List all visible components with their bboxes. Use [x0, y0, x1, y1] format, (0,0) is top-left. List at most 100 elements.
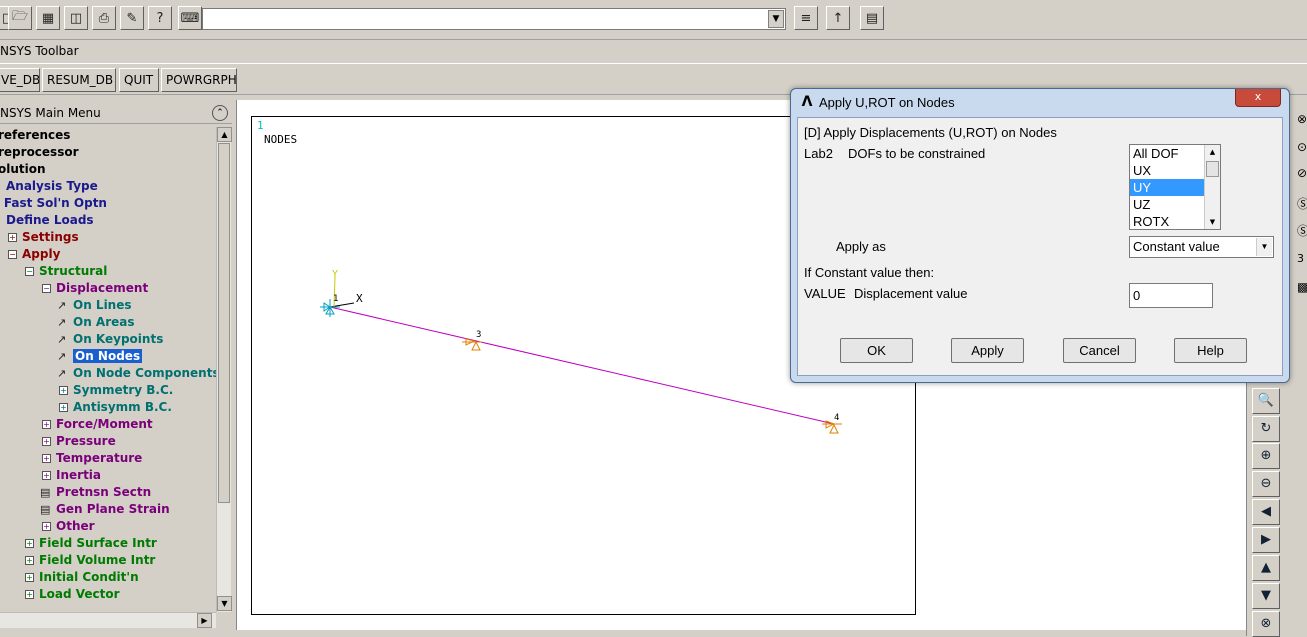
menu-item-pretnsn-sectn[interactable]: ▤ Pretnsn Sectn: [40, 484, 151, 501]
pan-right-icon[interactable]: ▶: [1252, 527, 1280, 553]
open-folder-icon[interactable]: 🗁: [8, 6, 32, 30]
close-icon[interactable]: x: [1235, 89, 1281, 107]
zoom-out-icon[interactable]: ⊖: [1252, 471, 1280, 497]
menu-item-on-node-components[interactable]: ↗ On Node Components: [57, 365, 216, 382]
keyboard-icon[interactable]: ⌨: [178, 6, 202, 30]
menu-item-field-volume-intr[interactable]: + Field Volume Intr: [25, 552, 155, 569]
menu-item-load-vector[interactable]: + Load Vector: [25, 586, 120, 603]
menu-vertical-scrollbar[interactable]: ▲ ▼: [216, 127, 232, 612]
expand-icon[interactable]: +: [42, 420, 51, 429]
resume-db-button[interactable]: RESUM_DB: [42, 68, 116, 92]
help-icon[interactable]: ?: [148, 6, 172, 30]
scroll-down-icon[interactable]: ▼: [1205, 215, 1220, 229]
save-icon[interactable]: ▦: [36, 6, 60, 30]
reset-picking-icon[interactable]: ▤: [860, 6, 884, 30]
menu-item-fast-soln[interactable]: | Fast Sol'n Optn: [0, 195, 107, 212]
quit-button[interactable]: QUIT: [119, 68, 159, 92]
collapse-icon[interactable]: −: [25, 267, 34, 276]
scroll-right-icon[interactable]: ▶: [197, 613, 212, 628]
expand-icon[interactable]: +: [25, 556, 34, 565]
menu-item-other[interactable]: + Other: [42, 518, 95, 535]
menu-item-on-areas[interactable]: ↗ On Areas: [57, 314, 135, 331]
dof-option[interactable]: All DOF: [1130, 145, 1204, 162]
window-number-select[interactable]: 3: [1297, 248, 1307, 270]
dof-option[interactable]: UX: [1130, 162, 1204, 179]
help-button[interactable]: Help: [1174, 338, 1247, 363]
stack-icon[interactable]: ≡: [794, 6, 818, 30]
menu-item-structural[interactable]: − Structural: [25, 263, 107, 280]
expand-icon[interactable]: +: [42, 471, 51, 480]
ok-button[interactable]: OK: [840, 338, 913, 363]
collapse-icon[interactable]: −: [42, 284, 51, 293]
dynamic-mode-icon[interactable]: ▩: [1297, 276, 1307, 298]
expand-icon[interactable]: +: [25, 573, 34, 582]
raise-hidden-icon[interactable]: ↑: [826, 6, 850, 30]
expand-icon[interactable]: +: [42, 454, 51, 463]
expand-icon[interactable]: +: [8, 233, 17, 242]
scroll-down-icon[interactable]: ▼: [217, 596, 232, 611]
print-icon[interactable]: ⎙: [92, 6, 116, 30]
menu-item-solution[interactable]: olution: [0, 161, 46, 178]
zoom-back-icon[interactable]: ↻: [1252, 416, 1280, 442]
menu-item-settings[interactable]: + Settings: [8, 229, 79, 246]
apply-button[interactable]: Apply: [951, 338, 1024, 363]
pan-left-icon[interactable]: ◀: [1252, 499, 1280, 525]
menu-horizontal-scrollbar[interactable]: ▶: [0, 612, 216, 628]
menu-item-on-keypoints[interactable]: ↗ On Keypoints: [57, 331, 163, 348]
menu-item-gen-plane-strain[interactable]: ▤ Gen Plane Strain: [40, 501, 170, 518]
dof-option-selected[interactable]: UY: [1130, 179, 1204, 196]
expand-icon[interactable]: +: [25, 539, 34, 548]
z-view-icon[interactable]: Ⓢ: [1297, 193, 1307, 215]
menu-item-force-moment[interactable]: + Force/Moment: [42, 416, 153, 433]
menu-item-field-surface-intr[interactable]: + Field Surface Intr: [25, 535, 157, 552]
menu-item-analysis-type[interactable]: Analysis Type: [6, 178, 98, 195]
menu-item-initial-condit[interactable]: + Initial Condit'n: [25, 569, 139, 586]
menu-item-pressure[interactable]: + Pressure: [42, 433, 116, 450]
expand-icon[interactable]: +: [59, 403, 68, 412]
dof-scrollbar[interactable]: ▲ ▼: [1204, 145, 1220, 229]
expand-icon[interactable]: +: [42, 437, 51, 446]
dof-option[interactable]: ROTX: [1130, 213, 1204, 229]
menu-item-displacement[interactable]: − Displacement: [42, 280, 148, 297]
dialog-titlebar[interactable]: Λ Apply U,ROT on Nodes x: [791, 89, 1289, 115]
pan-up-icon[interactable]: ▲: [1252, 555, 1280, 581]
pan-down-icon[interactable]: ▼: [1252, 583, 1280, 609]
menu-item-apply[interactable]: − Apply: [8, 246, 60, 263]
front-view-icon[interactable]: ⊙: [1297, 136, 1307, 158]
pan-zoom-icon[interactable]: ◫: [64, 6, 88, 30]
displacement-value-input[interactable]: 0: [1129, 283, 1213, 308]
command-input[interactable]: [202, 8, 786, 30]
report-icon[interactable]: ✎: [120, 6, 144, 30]
expand-icon[interactable]: +: [59, 386, 68, 395]
dof-listbox[interactable]: All DOF UX UY UZ ROTX ▲ ▼: [1129, 144, 1221, 230]
rotate-icon[interactable]: ⊗: [1252, 611, 1280, 637]
z-rotate-icon[interactable]: Ⓢ: [1297, 220, 1307, 242]
scroll-up-icon[interactable]: ▲: [217, 127, 232, 142]
expand-icon[interactable]: +: [42, 522, 51, 531]
menu-item-inertia[interactable]: + Inertia: [42, 467, 101, 484]
collapse-icon[interactable]: −: [8, 250, 17, 259]
zoom-icon[interactable]: 🔍: [1252, 388, 1280, 414]
menu-item-temperature[interactable]: + Temperature: [42, 450, 142, 467]
menu-item-define-loads[interactable]: Define Loads: [6, 212, 94, 229]
scroll-thumb[interactable]: [218, 143, 230, 503]
powrgrph-button[interactable]: POWRGRPH: [161, 68, 237, 92]
cancel-button[interactable]: Cancel: [1063, 338, 1136, 363]
iso-view-icon[interactable]: ⊗: [1297, 108, 1307, 130]
menu-item-antisymm-bc[interactable]: + Antisymm B.C.: [59, 399, 172, 416]
collapse-icon[interactable]: ⌃: [212, 105, 228, 121]
scroll-thumb[interactable]: [1206, 161, 1219, 177]
save-db-button[interactable]: VE_DB: [0, 68, 40, 92]
dof-option[interactable]: UZ: [1130, 196, 1204, 213]
apply-as-select[interactable]: Constant value ▼: [1129, 236, 1274, 258]
menu-item-symmetry-bc[interactable]: + Symmetry B.C.: [59, 382, 173, 399]
scroll-up-icon[interactable]: ▲: [1205, 145, 1220, 159]
menu-item-preprocessor[interactable]: reprocessor: [0, 144, 79, 161]
menu-item-preferences[interactable]: references: [0, 127, 70, 144]
expand-icon[interactable]: +: [25, 590, 34, 599]
menu-item-on-lines[interactable]: ↗ On Lines: [57, 297, 132, 314]
chevron-down-icon[interactable]: ▼: [1256, 238, 1272, 256]
zoom-in-icon[interactable]: ⊕: [1252, 443, 1280, 469]
chevron-down-icon[interactable]: ▼: [768, 10, 784, 28]
y-view-icon[interactable]: ⊘: [1297, 162, 1307, 184]
